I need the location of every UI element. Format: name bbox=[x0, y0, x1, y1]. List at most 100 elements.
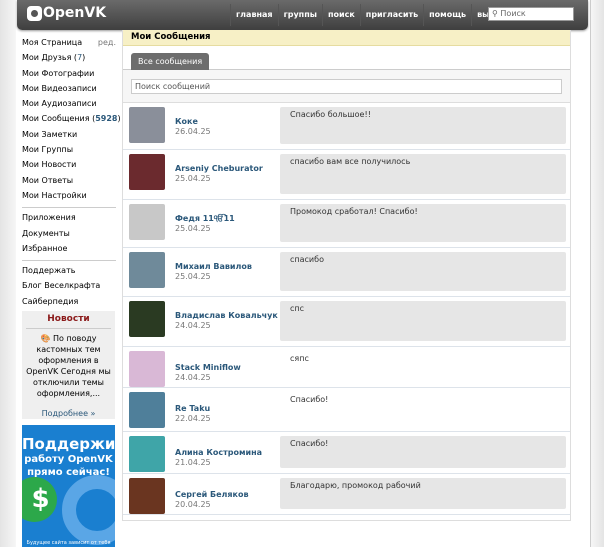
sidebar-item[interactable]: Мои Видеозаписи bbox=[22, 82, 116, 97]
support-banner[interactable]: $ Поддержи работу OpenVK прямо сейчас! Б… bbox=[22, 425, 115, 547]
message-search-input[interactable]: Поиск сообщений bbox=[131, 79, 562, 94]
sidebar-item[interactable]: Мои Аудиозаписи bbox=[22, 97, 116, 112]
page-title: Мои Сообщения bbox=[123, 30, 570, 46]
label-text: Мои Видеозаписи bbox=[22, 83, 97, 93]
avatar[interactable] bbox=[129, 301, 165, 337]
conversation-row[interactable]: Алина Костромина 21.04.25 Спасибо! bbox=[123, 432, 570, 474]
conversation-name[interactable]: Arseniy Cheburator bbox=[175, 164, 263, 173]
sidebar-item[interactable]: Приложения bbox=[22, 211, 116, 226]
sidebar-item[interactable]: Мои Фотографии bbox=[22, 67, 116, 82]
conversation-name[interactable]: Сергей Беляков bbox=[175, 490, 249, 499]
dollar-icon: $ bbox=[22, 477, 57, 522]
sidebar-item-label: Моя Страница bbox=[22, 36, 82, 51]
sidebar-item[interactable]: Поддержать bbox=[22, 264, 116, 279]
sidebar-item-label: Мои Ответы bbox=[22, 174, 73, 189]
message-preview[interactable]: спс bbox=[280, 301, 566, 341]
avatar[interactable] bbox=[129, 252, 165, 288]
conversation-name[interactable]: Владислав Ковальчук bbox=[175, 311, 278, 320]
message-preview[interactable]: Спасибо большое!! bbox=[280, 107, 566, 144]
conversation-row[interactable]: Stack Miniflow 24.04.25 сяпс bbox=[123, 347, 570, 388]
label-text: Мои Аудиозаписи bbox=[22, 99, 97, 109]
conversation-name[interactable]: Михаил Вавилов bbox=[175, 262, 252, 271]
sidebar: Моя Страница ред. Мои Друзья (7) Мои Фотогр… bbox=[22, 36, 121, 310]
sidebar-item[interactable]: Мои Ответы bbox=[22, 174, 116, 189]
label-text: Мои Ответы bbox=[22, 175, 74, 185]
header-search-input[interactable]: ⚲ Поиск bbox=[488, 7, 574, 21]
sidebar-item[interactable]: Мои Заметки bbox=[22, 128, 116, 143]
sidebar-item-label: Мои Сообщения (5928) bbox=[22, 112, 121, 127]
message-preview[interactable]: Спасибо! bbox=[280, 392, 566, 426]
conversation-row[interactable]: Arseniy Cheburator 25.04.25 спасибо вам вс… bbox=[123, 150, 570, 200]
conversation-row[interactable]: Коке 26.04.25 Спасибо большое!! bbox=[123, 103, 570, 150]
label-text: Мои Настройки bbox=[22, 190, 87, 200]
avatar[interactable] bbox=[129, 436, 165, 472]
sidebar-item[interactable]: Избранное bbox=[22, 242, 116, 257]
conversation-name[interactable]: Федя 11ੴ11 bbox=[175, 214, 235, 224]
count-wrap: (7) bbox=[71, 53, 86, 63]
avatar[interactable] bbox=[129, 351, 165, 387]
conversation-row[interactable]: Владислав Ковальчук 24.04.25 спс bbox=[123, 297, 570, 347]
tab-all-messages[interactable]: Все сообщения bbox=[131, 53, 210, 70]
tabs: Все сообщения bbox=[123, 46, 570, 70]
sidebar-item[interactable]: Мои Друзья (7) bbox=[22, 51, 116, 66]
banner-caption: Будущее сайта зависит от тебя bbox=[26, 540, 111, 546]
news-more-link[interactable]: Подробнее » bbox=[26, 408, 111, 419]
conversation-date: 25.04.25 bbox=[175, 174, 211, 183]
divider bbox=[22, 207, 116, 209]
avatar[interactable] bbox=[129, 392, 165, 428]
nav-search[interactable]: поиск bbox=[321, 4, 360, 26]
avatar[interactable] bbox=[129, 478, 165, 514]
message-preview[interactable]: Благодарю, промокод рабочий bbox=[280, 478, 566, 509]
conversation-name[interactable]: Stack Miniflow bbox=[175, 363, 241, 372]
conversation-row[interactable]: Федя 11ੴ11 25.04.25 Промокод сработал! Спа… bbox=[123, 200, 570, 248]
sidebar-count-badge: 5928 bbox=[95, 114, 118, 124]
nav-home[interactable]: главная bbox=[230, 4, 278, 26]
conversation-date: 24.04.25 bbox=[175, 373, 211, 382]
message-preview[interactable]: спасибо вам все получилось bbox=[280, 154, 566, 194]
sidebar-item-label: Мои Группы bbox=[22, 143, 73, 158]
sidebar-item[interactable]: Сайберпедия bbox=[22, 295, 116, 310]
nav-help[interactable]: помощь bbox=[423, 4, 471, 26]
label-text: Мои Группы bbox=[22, 145, 74, 155]
avatar[interactable] bbox=[129, 154, 165, 190]
banner-line2: работу OpenVK прямо сейчас! bbox=[24, 454, 113, 478]
conversation-row[interactable]: Re Taku 22.04.25 Спасибо! bbox=[123, 388, 570, 432]
message-preview[interactable]: Спасибо! bbox=[280, 436, 566, 468]
nav-invite[interactable]: пригласить bbox=[359, 4, 423, 26]
page-edge-left bbox=[0, 0, 16, 547]
conversation-date: 22.04.25 bbox=[175, 414, 211, 423]
conversation-date: 25.04.25 bbox=[175, 272, 211, 281]
sidebar-item-label: Мои Новости bbox=[22, 158, 76, 173]
label-text: Мои Новости bbox=[22, 160, 77, 170]
sidebar-item[interactable]: Блог Веселкрафта bbox=[22, 279, 116, 294]
sidebar-item-label: Мои Заметки bbox=[22, 128, 77, 143]
sidebar-item[interactable]: Мои Настройки bbox=[22, 189, 116, 204]
sidebar-item[interactable]: Мои Сообщения (5928) bbox=[22, 112, 121, 127]
divider bbox=[22, 260, 116, 262]
avatar[interactable] bbox=[129, 107, 165, 143]
conversation-row[interactable]: Михаил Вавилов 25.04.25 спасибо bbox=[123, 248, 570, 297]
news-text: По поводу кастомных тем оформления в Ope… bbox=[26, 334, 111, 398]
conversation-row[interactable]: Сергей Беляков 20.04.25 Благодарю, промоко… bbox=[123, 474, 570, 515]
label-text: Мои Фотографии bbox=[22, 68, 95, 78]
scrollbar[interactable] bbox=[590, 0, 604, 547]
conversation-name[interactable]: Коке bbox=[175, 117, 198, 126]
edit-link[interactable]: ред. bbox=[98, 36, 116, 51]
conversation-name[interactable]: Алина Костромина bbox=[175, 448, 262, 457]
header: OpenVK главная группы поиск пригласить п… bbox=[17, 0, 588, 30]
logo[interactable]: OpenVK bbox=[27, 5, 106, 21]
conversation-name[interactable]: Re Taku bbox=[175, 404, 210, 413]
sidebar-item[interactable]: Мои Группы bbox=[22, 143, 116, 158]
sidebar-item[interactable]: Документы bbox=[22, 227, 116, 242]
sidebar-item[interactable]: Моя Страница ред. bbox=[22, 36, 116, 51]
label-text: Моя Страница bbox=[22, 38, 83, 47]
nav-groups[interactable]: группы bbox=[277, 4, 322, 26]
sidebar-item[interactable]: Мои Новости bbox=[22, 158, 116, 173]
message-preview[interactable]: спасибо bbox=[280, 252, 566, 291]
message-preview[interactable]: сяпс bbox=[280, 351, 566, 382]
count-wrap: (5928) bbox=[89, 114, 121, 124]
avatar[interactable] bbox=[129, 204, 165, 240]
sidebar-item-label: Мои Друзья (7) bbox=[22, 51, 85, 66]
message-preview[interactable]: Промокод сработал! Спасибо! bbox=[280, 204, 566, 242]
conversation-date: 21.04.25 bbox=[175, 458, 211, 467]
